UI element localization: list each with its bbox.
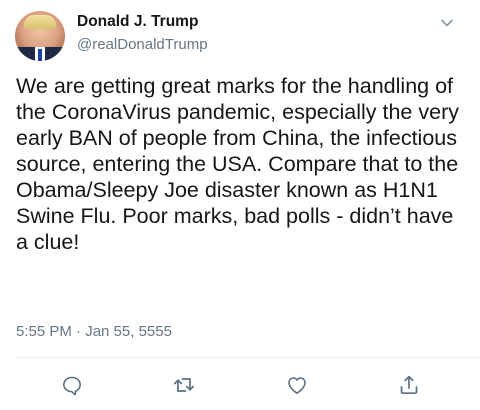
tweet-timestamp[interactable]: 5:55 PM · Jan 55, 5555: [16, 323, 172, 340]
tweet-card: Donald J. Trump @realDonaldTrump We are …: [0, 0, 480, 410]
user-handle[interactable]: @realDonaldTrump: [77, 36, 208, 53]
heart-icon[interactable]: [285, 373, 309, 397]
retweet-icon[interactable]: [172, 373, 196, 397]
reply-icon[interactable]: [60, 373, 84, 397]
chevron-down-icon[interactable]: [440, 16, 454, 30]
share-icon[interactable]: [397, 373, 421, 397]
avatar[interactable]: [15, 11, 65, 61]
avatar-tie: [38, 49, 42, 61]
avatar-hair: [24, 15, 56, 29]
display-name[interactable]: Donald J. Trump: [77, 13, 198, 31]
tweet-text: We are getting great marks for the handl…: [16, 74, 459, 254]
divider: [16, 357, 480, 358]
